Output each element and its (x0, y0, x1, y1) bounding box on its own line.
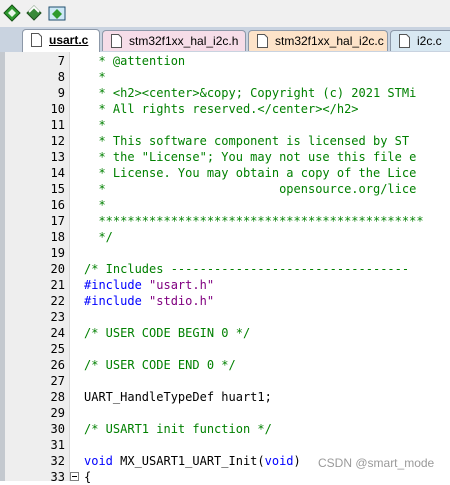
code-token: /* Includes ----------------------------… (84, 262, 410, 276)
file-icon (399, 34, 410, 48)
tab-label: stm32f1xx_hal_i2c.c (275, 34, 384, 48)
code-line[interactable]: { (84, 469, 91, 485)
line-number: 20 (50, 262, 65, 276)
tab-stm32f1xx-hal-i2c-h[interactable]: stm32f1xx_hal_i2c.h (102, 30, 246, 51)
code-line[interactable]: #include "stdio.h" (84, 293, 214, 309)
file-icon (31, 33, 42, 47)
code-line[interactable]: */ (84, 229, 113, 245)
code-token: * License. You may obtain a copy of the … (84, 166, 417, 180)
line-number: 17 (50, 214, 65, 228)
line-number: 28 (50, 390, 65, 404)
code-token: * opensource.org/lice (84, 182, 417, 196)
code-line[interactable]: * This software component is licensed by… (84, 133, 416, 149)
line-number: 14 (50, 166, 65, 180)
code-token: * the "License"; You may not use this fi… (84, 150, 417, 164)
code-token: UART_HandleTypeDef huart1; (84, 390, 272, 404)
line-number: 12 (50, 134, 65, 148)
code-line[interactable]: * All rights reserved.</center></h2> (84, 101, 359, 117)
file-icon (111, 34, 122, 48)
code-line[interactable]: * @attention (84, 53, 185, 69)
code-line[interactable]: #include "usart.h" (84, 277, 214, 293)
code-token: * (84, 198, 106, 212)
line-number: 11 (50, 118, 65, 132)
code-line[interactable]: * License. You may obtain a copy of the … (84, 165, 416, 181)
line-number: 7 (57, 54, 65, 68)
code-line[interactable]: ****************************************… (84, 213, 424, 229)
code-line[interactable]: * (84, 197, 106, 213)
code-editor[interactable]: 7 * @attention 8 * 9 * <h2><center>&copy; … (0, 52, 450, 484)
code-token: ****************************************… (84, 214, 424, 228)
code-token: "stdio.h" (149, 294, 215, 308)
code-token: /* USART1 init function */ (84, 422, 272, 436)
tab-stm32f1xx-hal-i2c-c[interactable]: stm32f1xx_hal_i2c.c (248, 30, 388, 51)
code-token: #include (84, 278, 150, 292)
code-token: * All rights reserved.</center></h2> (84, 102, 359, 116)
code-token: * @attention (84, 54, 186, 68)
line-number: 26 (50, 358, 65, 372)
line-number: 13 (50, 150, 65, 164)
line-number: 23 (50, 310, 65, 324)
line-number: 8 (57, 70, 65, 84)
file-icon (257, 34, 268, 48)
line-number: 27 (50, 374, 65, 388)
code-line[interactable]: * the "License"; You may not use this fi… (84, 149, 416, 165)
code-token: * (84, 118, 106, 132)
code-token: /* USER CODE BEGIN 0 */ (84, 326, 251, 340)
code-token: void (84, 454, 113, 468)
code-line[interactable]: * opensource.org/lice (84, 181, 416, 197)
image-diamond-icon[interactable] (47, 3, 67, 23)
line-number: 31 (50, 438, 65, 452)
code-line[interactable]: * (84, 69, 106, 85)
code-line[interactable]: /* USER CODE END 0 */ (84, 357, 236, 373)
tab-usart-c[interactable]: usart.c (22, 29, 100, 52)
toolbar (0, 0, 450, 27)
code-token: ) (293, 454, 301, 468)
code-line[interactable]: /* Includes ----------------------------… (84, 261, 409, 277)
code-token: /* USER CODE END 0 */ (84, 358, 236, 372)
line-number: 33 (50, 470, 65, 484)
code-line[interactable]: void MX_USART1_UART_Init(void) (84, 453, 301, 469)
code-token: #include (84, 294, 150, 308)
diamond-arrows-icon[interactable] (2, 3, 22, 23)
code-token: * <h2><center>&copy; Copyright (c) 2021 … (84, 86, 417, 100)
line-number: 15 (50, 182, 65, 196)
code-token: { (84, 470, 92, 484)
line-number: 24 (50, 326, 65, 340)
fold-collapse-icon[interactable] (70, 472, 79, 481)
tab-label: i2c.c (417, 34, 442, 48)
line-number: 22 (50, 294, 65, 308)
line-number: 9 (57, 86, 65, 100)
tab-label: usart.c (49, 33, 89, 47)
code-token: "usart.h" (149, 278, 215, 292)
watermark: CSDN @smart_mode (318, 456, 435, 470)
line-number: 32 (50, 454, 65, 468)
tab-label: stm32f1xx_hal_i2c.h (129, 34, 239, 48)
tab-i2c-c[interactable]: i2c.c (390, 30, 450, 51)
line-number: 29 (50, 406, 65, 420)
line-number: 30 (50, 422, 65, 436)
fold-column (69, 52, 80, 481)
code-line[interactable]: /* USART1 init function */ (84, 421, 272, 437)
arrow-diamond-icon[interactable] (24, 3, 44, 23)
code-line[interactable]: UART_HandleTypeDef huart1; (84, 389, 272, 405)
line-number: 19 (50, 246, 65, 260)
code-token: */ (84, 230, 113, 244)
code-token: void (264, 454, 294, 468)
code-token: * (84, 70, 106, 84)
code-line[interactable]: * <h2><center>&copy; Copyright (c) 2021 … (84, 85, 416, 101)
line-number: 10 (50, 102, 65, 116)
line-number: 25 (50, 342, 65, 356)
code-token: MX_USART1_UART_Init( (112, 454, 265, 468)
code-token: * This software component is licensed by… (84, 134, 417, 148)
code-line[interactable]: * (84, 117, 106, 133)
line-number: 16 (50, 198, 65, 212)
code-line[interactable]: /* USER CODE BEGIN 0 */ (84, 325, 250, 341)
line-number: 21 (50, 278, 65, 292)
line-number: 18 (50, 230, 65, 244)
tab-bar: stm32f1xx_hal_i2c.h stm32f1xx_hal_i2c.c … (0, 27, 450, 53)
